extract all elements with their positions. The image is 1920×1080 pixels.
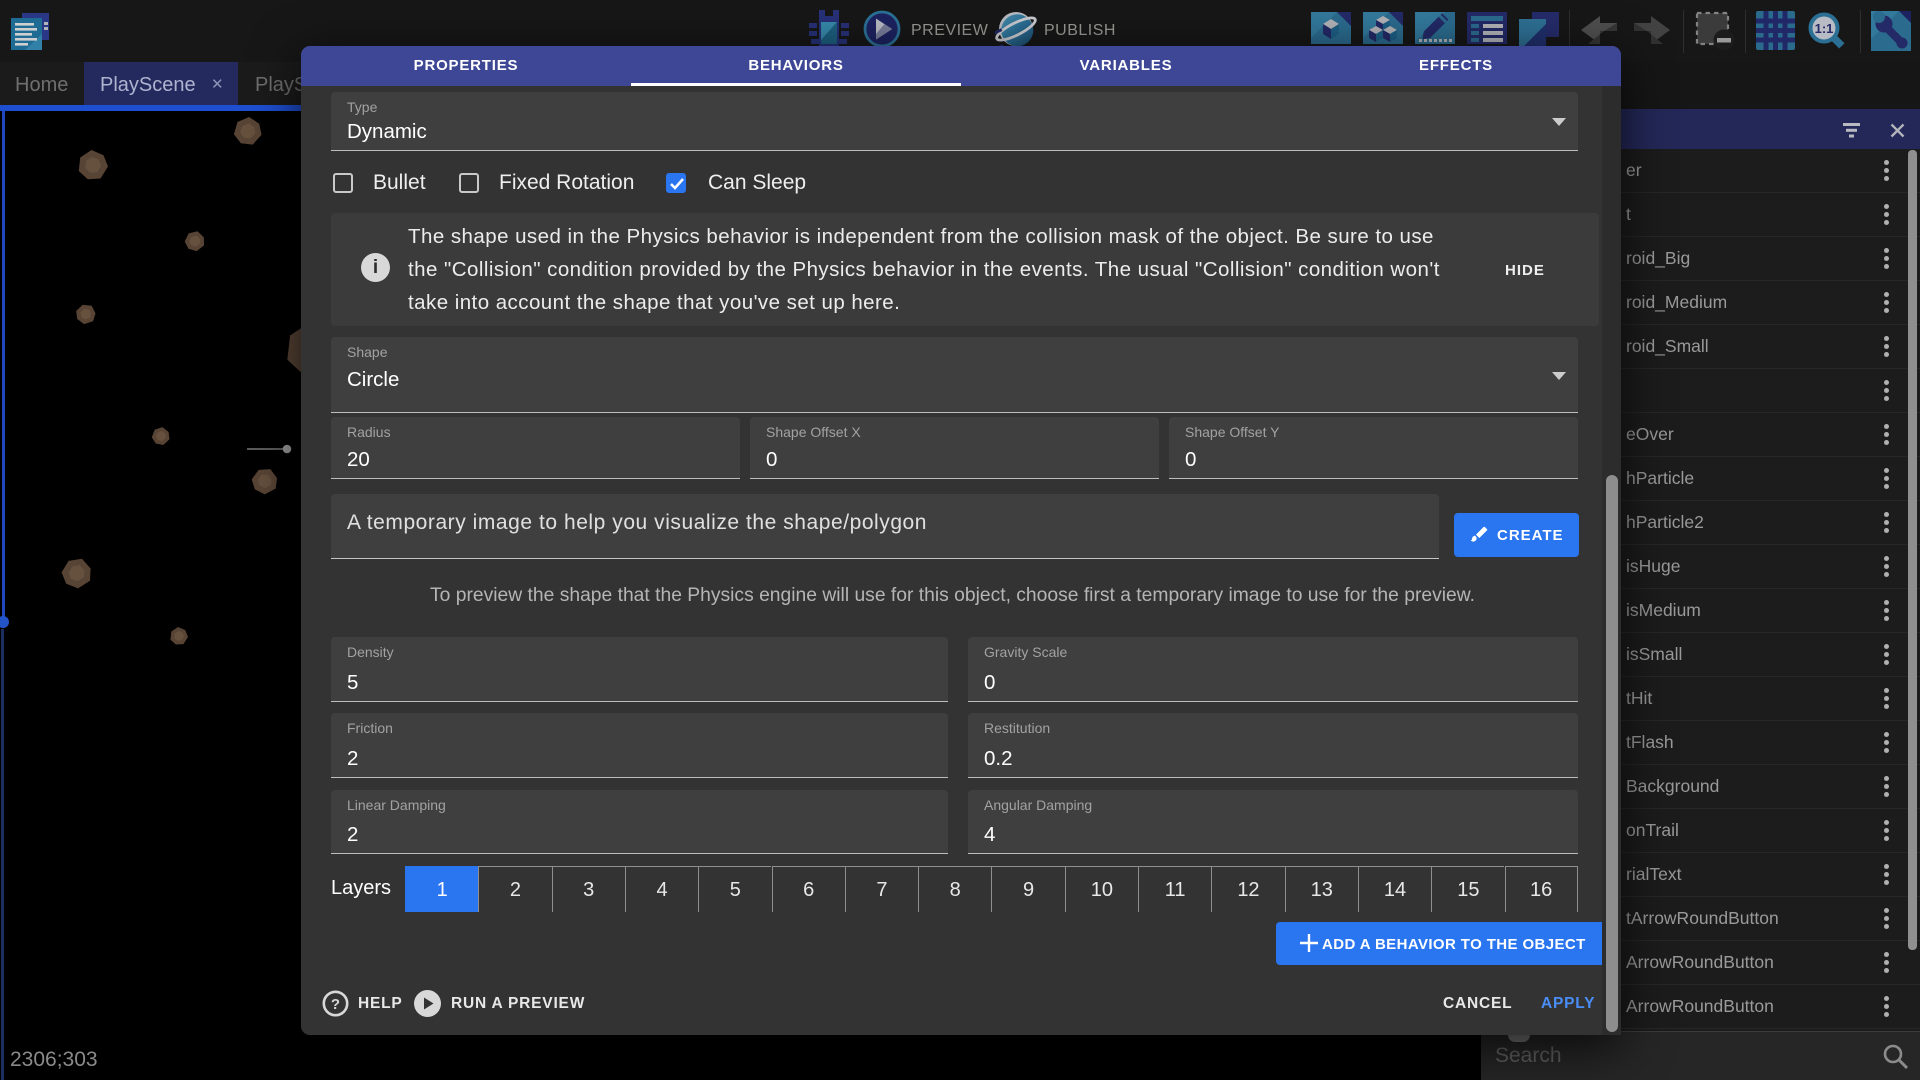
svg-text:1:1: 1:1 [1815, 21, 1834, 36]
svg-text:?: ? [331, 996, 340, 1013]
